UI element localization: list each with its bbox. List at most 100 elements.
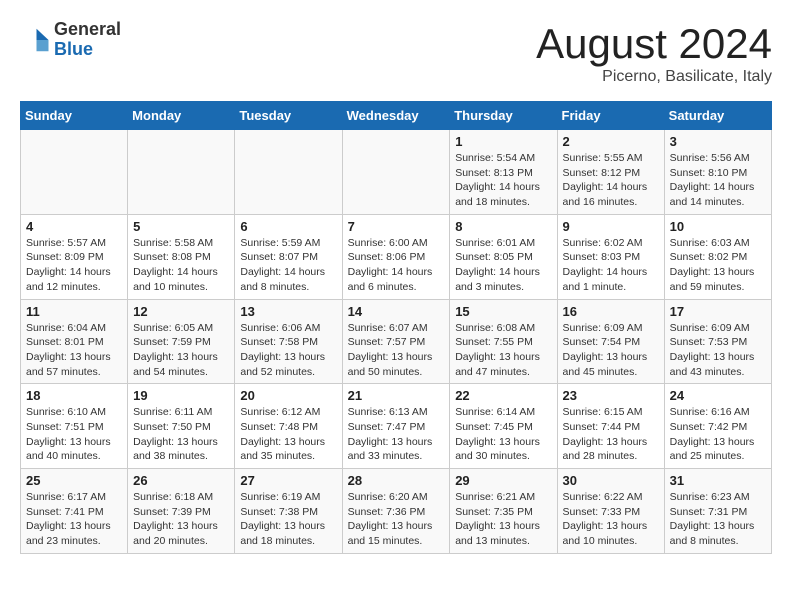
page-header: General Blue August 2024 Picerno, Basili… — [20, 20, 772, 86]
day-number: 14 — [348, 304, 445, 319]
day-number: 22 — [455, 388, 551, 403]
day-info: Sunrise: 6:20 AMSunset: 7:36 PMDaylight:… — [348, 490, 445, 549]
day-info: Sunrise: 6:22 AMSunset: 7:33 PMDaylight:… — [563, 490, 659, 549]
calendar-cell: 21Sunrise: 6:13 AMSunset: 7:47 PMDayligh… — [342, 384, 450, 469]
column-header-friday: Friday — [557, 102, 664, 130]
logo-icon — [20, 25, 50, 55]
day-number: 11 — [26, 304, 122, 319]
column-header-sunday: Sunday — [21, 102, 128, 130]
calendar-cell: 31 Sunrise: 6:23 AMSunset: 7:31 PMDayligh… — [664, 469, 771, 554]
calendar-week-5: 25Sunrise: 6:17 AMSunset: 7:41 PMDayligh… — [21, 469, 772, 554]
day-number: 17 — [670, 304, 766, 319]
day-info: Sunrise: 6:05 AMSunset: 7:59 PMDaylight:… — [133, 321, 229, 380]
title-section: August 2024 Picerno, Basilicate, Italy — [536, 20, 772, 86]
calendar-cell: 19Sunrise: 6:11 AMSunset: 7:50 PMDayligh… — [128, 384, 235, 469]
day-info: Sunrise: 6:08 AMSunset: 7:55 PMDaylight:… — [455, 321, 551, 380]
calendar-cell: 13Sunrise: 6:06 AMSunset: 7:58 PMDayligh… — [235, 299, 342, 384]
column-header-tuesday: Tuesday — [235, 102, 342, 130]
calendar-cell: 10 Sunrise: 6:03 AMSunset: 8:02 PMDayligh… — [664, 214, 771, 299]
logo: General Blue — [20, 20, 121, 60]
calendar-cell — [342, 130, 450, 215]
day-info: Sunrise: 6:19 AMSunset: 7:38 PMDaylight:… — [240, 490, 336, 549]
day-info: Sunrise: 5:58 AMSunset: 8:08 PMDaylight:… — [133, 236, 229, 295]
month-year-title: August 2024 — [536, 20, 772, 68]
day-number: 2 — [563, 134, 659, 149]
day-number: 5 — [133, 219, 229, 234]
calendar-cell: 20Sunrise: 6:12 AMSunset: 7:48 PMDayligh… — [235, 384, 342, 469]
column-header-wednesday: Wednesday — [342, 102, 450, 130]
logo-text: General Blue — [54, 20, 121, 60]
calendar-cell: 8 Sunrise: 6:01 AMSunset: 8:05 PMDaylight… — [450, 214, 557, 299]
calendar-table: SundayMondayTuesdayWednesdayThursdayFrid… — [20, 101, 772, 554]
calendar-cell: 4Sunrise: 5:57 AMSunset: 8:09 PMDaylight… — [21, 214, 128, 299]
day-number: 12 — [133, 304, 229, 319]
logo-blue-text: Blue — [54, 40, 121, 60]
calendar-cell: 29 Sunrise: 6:21 AMSunset: 7:35 PMDayligh… — [450, 469, 557, 554]
day-info: Sunrise: 6:02 AMSunset: 8:03 PMDaylight:… — [563, 236, 659, 295]
day-number: 18 — [26, 388, 122, 403]
calendar-cell: 5 Sunrise: 5:58 AMSunset: 8:08 PMDaylight… — [128, 214, 235, 299]
day-number: 9 — [563, 219, 659, 234]
day-number: 7 — [348, 219, 445, 234]
day-info: Sunrise: 6:00 AMSunset: 8:06 PMDaylight:… — [348, 236, 445, 295]
day-info: Sunrise: 6:09 AMSunset: 7:53 PMDaylight:… — [670, 321, 766, 380]
calendar-cell: 24Sunrise: 6:16 AMSunset: 7:42 PMDayligh… — [664, 384, 771, 469]
day-number: 29 — [455, 473, 551, 488]
day-info: Sunrise: 6:10 AMSunset: 7:51 PMDaylight:… — [26, 405, 122, 464]
calendar-cell: 22 Sunrise: 6:14 AMSunset: 7:45 PMDayligh… — [450, 384, 557, 469]
calendar-cell — [21, 130, 128, 215]
day-number: 16 — [563, 304, 659, 319]
day-number: 4 — [26, 219, 122, 234]
calendar-week-2: 4Sunrise: 5:57 AMSunset: 8:09 PMDaylight… — [21, 214, 772, 299]
day-info: Sunrise: 6:09 AMSunset: 7:54 PMDaylight:… — [563, 321, 659, 380]
calendar-cell: 1Sunrise: 5:54 AMSunset: 8:13 PMDaylight… — [450, 130, 557, 215]
calendar-cell: 28 Sunrise: 6:20 AMSunset: 7:36 PMDayligh… — [342, 469, 450, 554]
day-number: 10 — [670, 219, 766, 234]
calendar-cell: 26 Sunrise: 6:18 AMSunset: 7:39 PMDayligh… — [128, 469, 235, 554]
calendar-cell: 27 Sunrise: 6:19 AMSunset: 7:38 PMDayligh… — [235, 469, 342, 554]
calendar-cell: 6 Sunrise: 5:59 AMSunset: 8:07 PMDaylight… — [235, 214, 342, 299]
day-info: Sunrise: 6:04 AMSunset: 8:01 PMDaylight:… — [26, 321, 122, 380]
column-header-monday: Monday — [128, 102, 235, 130]
day-info: Sunrise: 6:07 AMSunset: 7:57 PMDaylight:… — [348, 321, 445, 380]
day-info: Sunrise: 6:18 AMSunset: 7:39 PMDaylight:… — [133, 490, 229, 549]
calendar-week-1: 1Sunrise: 5:54 AMSunset: 8:13 PMDaylight… — [21, 130, 772, 215]
day-info: Sunrise: 5:54 AMSunset: 8:13 PMDaylight:… — [455, 151, 551, 210]
day-number: 15 — [455, 304, 551, 319]
day-info: Sunrise: 6:03 AMSunset: 8:02 PMDaylight:… — [670, 236, 766, 295]
calendar-cell: 9 Sunrise: 6:02 AMSunset: 8:03 PMDaylight… — [557, 214, 664, 299]
day-number: 6 — [240, 219, 336, 234]
calendar-cell: 2 Sunrise: 5:55 AMSunset: 8:12 PMDaylight… — [557, 130, 664, 215]
calendar-cell: 15 Sunrise: 6:08 AMSunset: 7:55 PMDayligh… — [450, 299, 557, 384]
day-info: Sunrise: 5:59 AMSunset: 8:07 PMDaylight:… — [240, 236, 336, 295]
day-number: 20 — [240, 388, 336, 403]
day-number: 27 — [240, 473, 336, 488]
day-number: 25 — [26, 473, 122, 488]
day-info: Sunrise: 6:21 AMSunset: 7:35 PMDaylight:… — [455, 490, 551, 549]
day-number: 31 — [670, 473, 766, 488]
calendar-header-row: SundayMondayTuesdayWednesdayThursdayFrid… — [21, 102, 772, 130]
day-info: Sunrise: 6:23 AMSunset: 7:31 PMDaylight:… — [670, 490, 766, 549]
calendar-cell — [128, 130, 235, 215]
column-header-thursday: Thursday — [450, 102, 557, 130]
calendar-cell: 23 Sunrise: 6:15 AMSunset: 7:44 PMDayligh… — [557, 384, 664, 469]
day-info: Sunrise: 6:15 AMSunset: 7:44 PMDaylight:… — [563, 405, 659, 464]
calendar-cell: 14 Sunrise: 6:07 AMSunset: 7:57 PMDayligh… — [342, 299, 450, 384]
day-info: Sunrise: 6:11 AMSunset: 7:50 PMDaylight:… — [133, 405, 229, 464]
day-info: Sunrise: 6:16 AMSunset: 7:42 PMDaylight:… — [670, 405, 766, 464]
day-number: 26 — [133, 473, 229, 488]
day-number: 8 — [455, 219, 551, 234]
calendar-cell: 7 Sunrise: 6:00 AMSunset: 8:06 PMDaylight… — [342, 214, 450, 299]
calendar-cell: 12 Sunrise: 6:05 AMSunset: 7:59 PMDayligh… — [128, 299, 235, 384]
calendar-cell: 30Sunrise: 6:22 AMSunset: 7:33 PMDayligh… — [557, 469, 664, 554]
day-info: Sunrise: 5:55 AMSunset: 8:12 PMDaylight:… — [563, 151, 659, 210]
calendar-cell: 11 Sunrise: 6:04 AMSunset: 8:01 PMDayligh… — [21, 299, 128, 384]
calendar-cell: 25Sunrise: 6:17 AMSunset: 7:41 PMDayligh… — [21, 469, 128, 554]
day-info: Sunrise: 6:14 AMSunset: 7:45 PMDaylight:… — [455, 405, 551, 464]
day-number: 23 — [563, 388, 659, 403]
day-number: 28 — [348, 473, 445, 488]
calendar-cell — [235, 130, 342, 215]
column-header-saturday: Saturday — [664, 102, 771, 130]
day-number: 13 — [240, 304, 336, 319]
day-info: Sunrise: 6:01 AMSunset: 8:05 PMDaylight:… — [455, 236, 551, 295]
